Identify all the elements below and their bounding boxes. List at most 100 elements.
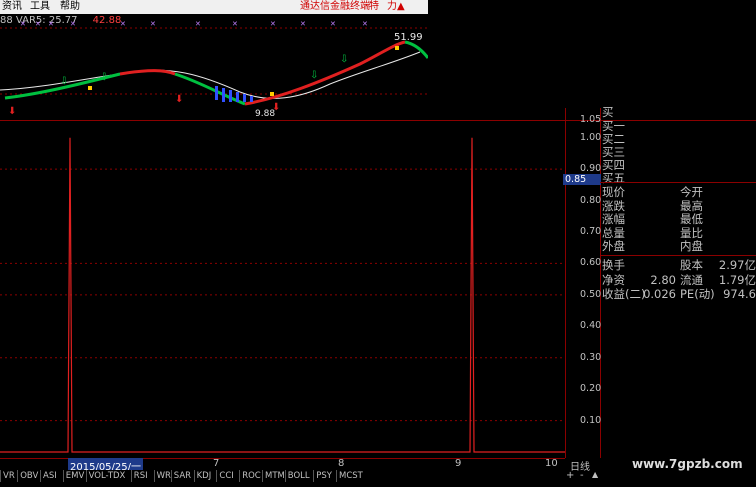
x-tick-8: 8 — [338, 458, 345, 469]
buy-row-label: 买四 — [602, 158, 625, 172]
svg-text:✕: ✕ — [70, 20, 76, 28]
fund-value-left: 2.80 — [650, 272, 676, 287]
stat-label-mid: 今开 — [680, 185, 703, 199]
tab-boll[interactable]: BOLL — [284, 470, 312, 482]
y-tick-label: 0.80 — [580, 194, 602, 206]
x-tick-9: 9 — [455, 458, 462, 469]
brand-title: 通达信金融终端 — [300, 1, 370, 12]
tab-asi[interactable]: ASI — [40, 470, 59, 482]
gridlines — [0, 168, 565, 422]
up-arrow-icon: ▲ — [397, 1, 405, 12]
price-low-label: 9.88 — [255, 109, 275, 118]
svg-text:⇩: ⇩ — [340, 54, 348, 65]
tab-roc[interactable]: ROC — [239, 470, 263, 482]
y-tick-label: 0.30 — [580, 351, 602, 363]
buy-row-label: 买二 — [602, 132, 625, 146]
top-markers: ✕ ✕ ✕ ✕ ✕ ✕ ✕ ✕ ✕ ✕ ✕ ✕ — [20, 20, 368, 28]
y-tick-label: 0.50 — [580, 288, 602, 300]
fund-label-left: 换手 — [602, 258, 625, 272]
y-tick-label: 0.90 — [580, 163, 602, 175]
panel-separator-2 — [600, 255, 756, 256]
panel-separator-1 — [600, 182, 756, 183]
tab-rsi[interactable]: RSI — [130, 470, 150, 482]
svg-text:⇩: ⇩ — [60, 76, 68, 87]
trend-band-green-3 — [404, 40, 428, 59]
tab-obv[interactable]: OBV — [17, 470, 40, 482]
expand-arrow-icon[interactable]: ▲ — [592, 470, 598, 479]
x-tick-7: 7 — [213, 458, 220, 469]
menu-item-tools[interactable]: 工具 — [30, 0, 50, 14]
stat-label-mid: 内盘 — [680, 239, 703, 253]
svg-text:✕: ✕ — [48, 20, 54, 28]
tab-emv[interactable]: EMV — [62, 470, 87, 482]
y-tick-label: 0.20 — [580, 383, 602, 395]
trend-band-red — [119, 69, 176, 76]
svg-text:✕: ✕ — [232, 20, 238, 28]
x-axis: 2015/05/25/一 7 8 9 10 — [0, 458, 565, 473]
fund-label-left: 净资 — [602, 272, 625, 287]
buy-row-fragment: 买 — [602, 105, 614, 119]
brand-extra-2: 力 — [387, 1, 397, 12]
svg-text:⬇: ⬇ — [8, 106, 16, 117]
svg-text:✕: ✕ — [330, 20, 336, 28]
svg-text:⇩: ⇩ — [100, 72, 108, 83]
stat-label-left: 涨幅 — [602, 212, 625, 226]
brand-extra-1: 特 — [369, 1, 379, 12]
stat-label-left: 外盘 — [602, 239, 625, 253]
tab-mcst[interactable]: MCST — [336, 470, 365, 482]
svg-text:⇩: ⇩ — [310, 70, 318, 81]
svg-text:✕: ✕ — [20, 20, 26, 28]
tab-vr[interactable]: VR — [0, 470, 17, 482]
fund-value-right: 974.6 — [723, 287, 756, 301]
y-tick-label: 0.40 — [580, 320, 602, 332]
y-tick-label: 1.00 — [580, 131, 602, 143]
zoom-out-button[interactable]: - — [580, 470, 584, 481]
stat-label-left: 总量 — [602, 225, 625, 240]
buy-row-label: 买一 — [602, 119, 625, 133]
menu-bar: 资讯 工具 帮助 通达信金融终端 特 力 ▲ — [0, 0, 428, 14]
quote-panel: 买 买一 买二 买三 买四 买五 现价 今开 涨跌 最高 涨幅 最低 总量 量比 外盘 内盘 换手 股本 2.… — [600, 105, 756, 458]
tab-psy[interactable]: PSY — [313, 470, 334, 482]
menu-item-help[interactable]: 帮助 — [60, 0, 80, 14]
indicator-chart[interactable] — [0, 122, 600, 458]
tab-kdj[interactable]: KDJ — [193, 470, 214, 482]
svg-text:✕: ✕ — [150, 20, 156, 28]
stat-label-left: 现价 — [602, 185, 625, 199]
signal-arrows: ⬇ ⇩ ⇩ ⬇ ⬇ ⇩ ⇩ — [8, 54, 348, 117]
price-high-label: 51.99 — [394, 32, 423, 43]
fund-value-left: 0.026 — [643, 287, 676, 301]
svg-text:✕: ✕ — [362, 20, 368, 28]
fund-label-right: 流通 — [680, 272, 703, 287]
tab-cci[interactable]: CCI — [216, 470, 235, 482]
y-tick-label: 0.10 — [580, 414, 602, 426]
y-tick-label: 0.70 — [580, 226, 602, 237]
stat-label-mid: 最低 — [680, 212, 703, 226]
zoom-in-button[interactable]: + — [566, 470, 574, 481]
tab-mtm[interactable]: MTM — [262, 470, 287, 482]
stat-label-mid: 量比 — [680, 225, 703, 240]
tab-vol-tdx[interactable]: VOL-TDX — [85, 470, 128, 482]
svg-text:⬇: ⬇ — [175, 94, 183, 105]
svg-text:✕: ✕ — [270, 20, 276, 28]
y-tick-label-top: 1.05 — [580, 114, 602, 125]
svg-text:✕: ✕ — [300, 20, 306, 28]
menu-item-info[interactable]: 资讯 — [2, 0, 22, 14]
svg-text:✕: ✕ — [35, 20, 41, 28]
fund-value-right: 2.97亿 — [718, 258, 756, 272]
tab-sar[interactable]: SAR — [170, 470, 193, 482]
svg-text:✕: ✕ — [120, 20, 126, 28]
trend-band-red-2 — [244, 40, 406, 106]
trend-band-green-2 — [174, 72, 246, 106]
y-tick-label: 0.60 — [580, 257, 602, 269]
buy-row-label: 买三 — [602, 145, 625, 159]
stat-label-mid: 最高 — [680, 198, 703, 213]
fund-label-right: PE(动) — [680, 287, 715, 301]
fund-value-right: 1.79亿 — [718, 272, 756, 287]
price-chart[interactable]: ✕ ✕ ✕ ✕ ✕ ✕ ✕ ✕ ✕ ✕ ✕ ✕ ⬇ ⇩ ⇩ ⬇ ⬇ ⇩ ⇩ 51.99 9.88 — [0, 14, 428, 118]
current-value-badge: 0.85 — [563, 174, 601, 185]
stat-label-left: 涨跌 — [602, 198, 625, 213]
svg-text:✕: ✕ — [195, 20, 201, 28]
watermark: www.7gpzb.com — [632, 457, 743, 471]
fund-label-right: 股本 — [680, 258, 703, 272]
indicator-tabs: VR OBV ASI EMV VOL-TDX RSI WR SAR KDJ CCI ROC MTM BO… — [0, 470, 570, 482]
